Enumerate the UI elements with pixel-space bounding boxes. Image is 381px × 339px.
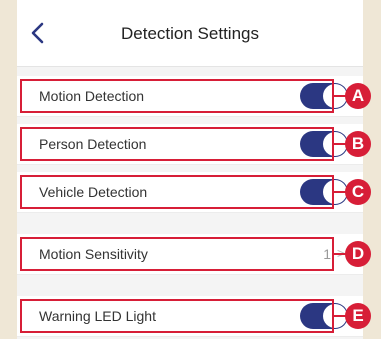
setting-label: Motion Sensitivity: [39, 246, 148, 262]
annotation-badge-d: D: [345, 241, 371, 267]
setting-row-vehicle-detection: Vehicle Detection: [17, 172, 363, 213]
setting-row-motion-detection: Motion Detection: [17, 76, 363, 117]
setting-row-person-detection: Person Detection: [17, 124, 363, 165]
setting-row-motion-sensitivity[interactable]: Motion Sensitivity 1 >: [17, 234, 363, 275]
page-title: Detection Settings: [121, 24, 259, 43]
settings-screen: Detection Settings Motion Detection Pers…: [17, 0, 363, 339]
setting-row-warning-led-light: Warning LED Light: [17, 296, 363, 337]
setting-label: Warning LED Light: [39, 308, 156, 324]
annotation-badge-a: A: [345, 83, 371, 109]
annotation-badge-e: E: [345, 303, 371, 329]
annotation-badge-b: B: [345, 131, 371, 157]
setting-label: Motion Detection: [39, 88, 145, 104]
setting-label: Vehicle Detection: [39, 184, 148, 200]
setting-label: Person Detection: [39, 136, 147, 152]
sensitivity-value: 1: [323, 246, 331, 262]
annotation-badge-c: C: [345, 179, 371, 205]
header-bar: Detection Settings: [17, 0, 363, 67]
